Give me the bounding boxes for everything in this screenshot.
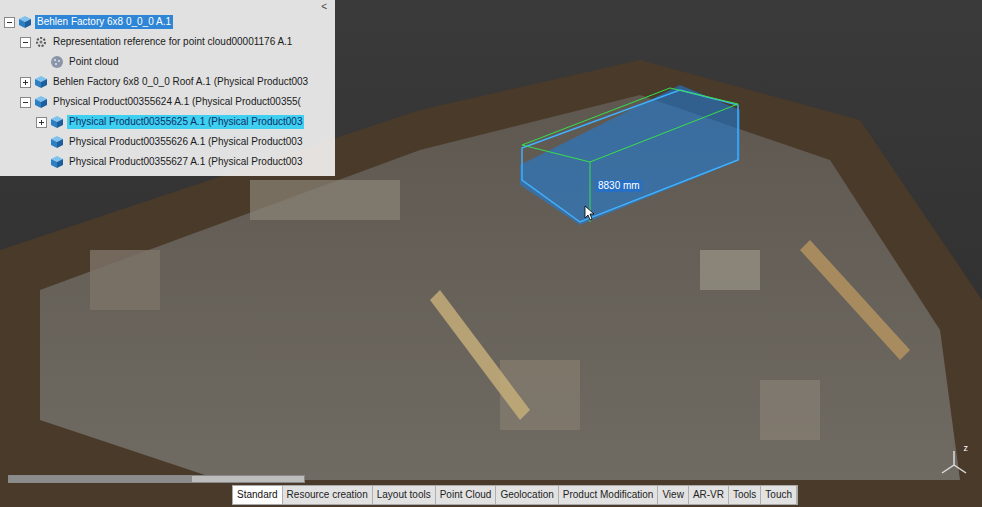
product-cube-icon: [50, 155, 64, 169]
app-window: 8830 mm < Behlen Factory 6x8 0_0_0 A.1 Repr…: [0, 0, 982, 507]
mouse-cursor-icon: [584, 205, 596, 221]
action-bar-tab[interactable]: View: [658, 486, 689, 504]
product-cube-icon: [50, 135, 64, 149]
action-bar-tab[interactable]: Layout tools: [373, 486, 436, 504]
tree-header: <: [0, 2, 335, 12]
tree-item[interactable]: Behlen Factory 6x8 0_0_0 Roof A.1 (Physi…: [0, 72, 335, 92]
tree-item-label[interactable]: Point cloud: [67, 55, 120, 69]
spec-tree-panel[interactable]: < Behlen Factory 6x8 0_0_0 A.1 Representat…: [0, 0, 335, 176]
action-bar-tab[interactable]: Resource creation: [283, 486, 373, 504]
action-bar-tab[interactable]: AR-VR: [689, 486, 729, 504]
tree-item-label[interactable]: Physical Product00355624 A.1 (Physical P…: [51, 95, 303, 109]
product-cube-icon: [34, 95, 48, 109]
representation-icon: [34, 35, 48, 49]
tree-item-label[interactable]: Physical Product00355626 A.1 (Physical P…: [67, 135, 304, 149]
action-bar-tab[interactable]: Tools: [729, 486, 761, 504]
action-bar-tab[interactable]: Geolocation: [496, 486, 558, 504]
collapse-icon[interactable]: [4, 17, 15, 28]
expand-icon[interactable]: [20, 77, 31, 88]
timeline-slider[interactable]: [8, 475, 305, 483]
product-cube-icon: [18, 15, 32, 29]
tree-item[interactable]: Point cloud: [0, 52, 335, 72]
compass-label: z: [964, 443, 969, 453]
tree-item[interactable]: Physical Product00355624 A.1 (Physical P…: [0, 92, 335, 112]
action-bar-tab[interactable]: Product Modification: [559, 486, 659, 504]
action-bar-tabs: StandardResource creationLayout toolsPoi…: [232, 485, 798, 505]
collapse-icon[interactable]: [20, 37, 31, 48]
dimension-label: 8830 mm: [596, 180, 642, 192]
tree-item[interactable]: Physical Product00355626 A.1 (Physical P…: [0, 132, 335, 152]
action-bar-tab[interactable]: Touch: [761, 486, 797, 504]
tree-item-label[interactable]: Physical Product00355627 A.1 (Physical P…: [67, 155, 304, 169]
tree-item[interactable]: Physical Product00355625 A.1 (Physical P…: [0, 112, 335, 132]
tree-item[interactable]: Behlen Factory 6x8 0_0_0 A.1: [0, 12, 335, 32]
compass[interactable]: z: [936, 443, 972, 479]
product-cube-icon: [34, 75, 48, 89]
tree-item-label[interactable]: Physical Product00355625 A.1 (Physical P…: [67, 115, 304, 129]
expand-icon[interactable]: [36, 117, 47, 128]
product-cube-icon: [50, 115, 64, 129]
point-cloud-icon: [50, 55, 64, 69]
collapse-panel-button[interactable]: <: [319, 2, 329, 12]
action-bar-tab[interactable]: Standard: [233, 486, 283, 504]
tree-item[interactable]: Representation reference for point cloud…: [0, 32, 335, 52]
action-bar-tab[interactable]: Point Cloud: [436, 486, 497, 504]
tree-item[interactable]: Physical Product00355627 A.1 (Physical P…: [0, 152, 335, 172]
tree-item-label[interactable]: Behlen Factory 6x8 0_0_0 A.1: [35, 15, 173, 29]
tree-list: Behlen Factory 6x8 0_0_0 A.1 Representati…: [0, 12, 335, 172]
collapse-icon[interactable]: [20, 97, 31, 108]
slider-fill: [9, 476, 192, 482]
tree-item-label[interactable]: Behlen Factory 6x8 0_0_0 Roof A.1 (Physi…: [51, 75, 310, 89]
tree-item-label[interactable]: Representation reference for point cloud…: [51, 35, 294, 49]
